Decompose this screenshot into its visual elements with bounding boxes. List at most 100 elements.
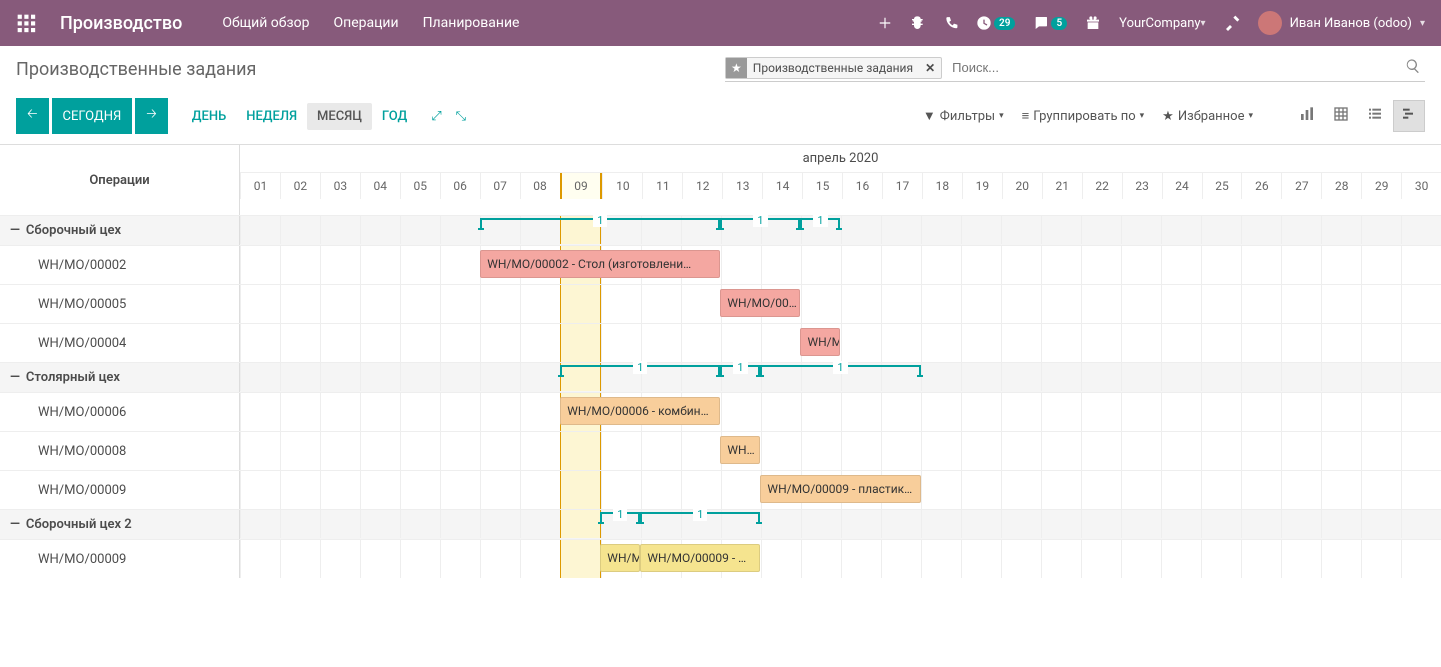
- gantt-cell[interactable]: [1321, 510, 1361, 538]
- gantt-day-header[interactable]: 24: [1162, 173, 1202, 199]
- gantt-cell[interactable]: [1241, 216, 1281, 244]
- gantt-day-header[interactable]: 20: [1002, 173, 1042, 199]
- gantt-cell[interactable]: [881, 285, 921, 323]
- gantt-cell[interactable]: [1201, 540, 1241, 578]
- gantt-cell[interactable]: [1121, 363, 1161, 391]
- gantt-cell[interactable]: [921, 510, 961, 538]
- gantt-cell[interactable]: [240, 510, 280, 538]
- gantt-cell[interactable]: [1081, 393, 1121, 431]
- gantt-cell[interactable]: [240, 246, 280, 284]
- gantt-cell[interactable]: [841, 285, 881, 323]
- gantt-cell[interactable]: [1121, 393, 1161, 431]
- gantt-cell[interactable]: [1001, 540, 1041, 578]
- gantt-cell[interactable]: [240, 216, 280, 244]
- next-button[interactable]: 🡢: [135, 98, 168, 134]
- gantt-cell[interactable]: [801, 285, 841, 323]
- gantt-cell[interactable]: [1281, 285, 1321, 323]
- gantt-bar[interactable]: WH/MO/00009 - пластик…: [760, 475, 920, 503]
- gantt-cell[interactable]: [921, 246, 961, 284]
- gantt-cell[interactable]: [1121, 540, 1161, 578]
- gantt-day-header[interactable]: 19: [962, 173, 1002, 199]
- gantt-cell[interactable]: [1281, 471, 1321, 509]
- gantt-day-header[interactable]: 15: [802, 173, 842, 199]
- filters-dropdown[interactable]: ▼Фильтры▾: [923, 108, 1004, 124]
- gantt-cell[interactable]: [801, 540, 841, 578]
- gantt-cell[interactable]: [1001, 432, 1041, 470]
- gantt-cell[interactable]: [280, 432, 320, 470]
- gantt-cell[interactable]: [1241, 285, 1281, 323]
- favorites-dropdown[interactable]: ★Избранное▾: [1162, 109, 1253, 124]
- search-icon[interactable]: [1401, 58, 1425, 78]
- gantt-day-header[interactable]: 21: [1042, 173, 1082, 199]
- gantt-group-label[interactable]: —Столярный цех: [0, 363, 240, 392]
- gantt-cell[interactable]: [841, 324, 881, 362]
- gantt-cell[interactable]: [320, 471, 360, 509]
- gantt-cell[interactable]: [1041, 432, 1081, 470]
- gantt-cell[interactable]: [921, 285, 961, 323]
- gantt-cell[interactable]: [1001, 285, 1041, 323]
- gantt-cell[interactable]: [1401, 324, 1441, 362]
- gantt-cell[interactable]: [520, 393, 560, 431]
- gantt-cell[interactable]: [961, 324, 1001, 362]
- gantt-cell[interactable]: [881, 393, 921, 431]
- gantt-cell[interactable]: [1281, 540, 1321, 578]
- gantt-cell[interactable]: [1001, 324, 1041, 362]
- gantt-cell[interactable]: [1201, 432, 1241, 470]
- gantt-cell[interactable]: [1401, 246, 1441, 284]
- gantt-cell[interactable]: [320, 246, 360, 284]
- gantt-cell[interactable]: [360, 216, 400, 244]
- gantt-cell[interactable]: [881, 246, 921, 284]
- gantt-cell[interactable]: [921, 216, 961, 244]
- chat-icon[interactable]: 5: [1033, 15, 1067, 31]
- gantt-day-header[interactable]: 30: [1401, 173, 1441, 199]
- gantt-bar[interactable]: WH/MO/00009 - …: [640, 544, 760, 572]
- gantt-day-header[interactable]: 14: [762, 173, 802, 199]
- gantt-cell[interactable]: [360, 510, 400, 538]
- gantt-cell[interactable]: [280, 285, 320, 323]
- collapse-icon[interactable]: ⤡: [456, 109, 466, 124]
- gantt-cell[interactable]: [1241, 393, 1281, 431]
- gantt-cell[interactable]: [1001, 471, 1041, 509]
- gantt-cell[interactable]: [841, 393, 881, 431]
- gantt-day-header[interactable]: 22: [1082, 173, 1122, 199]
- gantt-cell[interactable]: [320, 393, 360, 431]
- gantt-cell[interactable]: [881, 432, 921, 470]
- gantt-cell[interactable]: [1121, 324, 1161, 362]
- gantt-cell[interactable]: [480, 540, 520, 578]
- gantt-cell[interactable]: [520, 432, 560, 470]
- gantt-cell[interactable]: [1081, 432, 1121, 470]
- gantt-day-header[interactable]: 16: [842, 173, 882, 199]
- gantt-cell[interactable]: [1401, 540, 1441, 578]
- gantt-cell[interactable]: [761, 510, 801, 538]
- gantt-task-label[interactable]: WH/MO/00002: [0, 246, 240, 284]
- gantt-cell[interactable]: [1161, 324, 1201, 362]
- gantt-cell[interactable]: [360, 246, 400, 284]
- gantt-cell[interactable]: [801, 510, 841, 538]
- gantt-bar[interactable]: WH/MO/00006 - комбин…: [560, 397, 720, 425]
- gantt-day-header[interactable]: 29: [1361, 173, 1401, 199]
- gantt-cell[interactable]: [721, 246, 761, 284]
- gantt-cell[interactable]: [440, 285, 480, 323]
- gantt-cell[interactable]: [1041, 510, 1081, 538]
- gantt-cell[interactable]: [440, 471, 480, 509]
- gantt-cell[interactable]: [1001, 510, 1041, 538]
- gantt-cell[interactable]: [400, 540, 440, 578]
- gantt-cell[interactable]: [1161, 540, 1201, 578]
- gantt-cell[interactable]: [1001, 246, 1041, 284]
- gantt-cell[interactable]: [1201, 216, 1241, 244]
- gantt-cell[interactable]: [1241, 324, 1281, 362]
- gantt-cell[interactable]: [1281, 324, 1321, 362]
- gantt-cell[interactable]: [921, 432, 961, 470]
- gantt-cell[interactable]: [1001, 216, 1041, 244]
- scale-month[interactable]: МЕСЯЦ: [307, 103, 372, 130]
- gantt-cell[interactable]: [1081, 510, 1121, 538]
- gantt-cell[interactable]: [240, 324, 280, 362]
- prev-button[interactable]: 🡠: [16, 98, 49, 134]
- gantt-cell[interactable]: [360, 285, 400, 323]
- gantt-cell[interactable]: [1081, 216, 1121, 244]
- gantt-cell[interactable]: [761, 246, 801, 284]
- gantt-cell[interactable]: [961, 246, 1001, 284]
- gantt-cell[interactable]: [841, 246, 881, 284]
- gantt-day-header[interactable]: 06: [440, 173, 480, 199]
- gantt-cell[interactable]: [560, 510, 601, 538]
